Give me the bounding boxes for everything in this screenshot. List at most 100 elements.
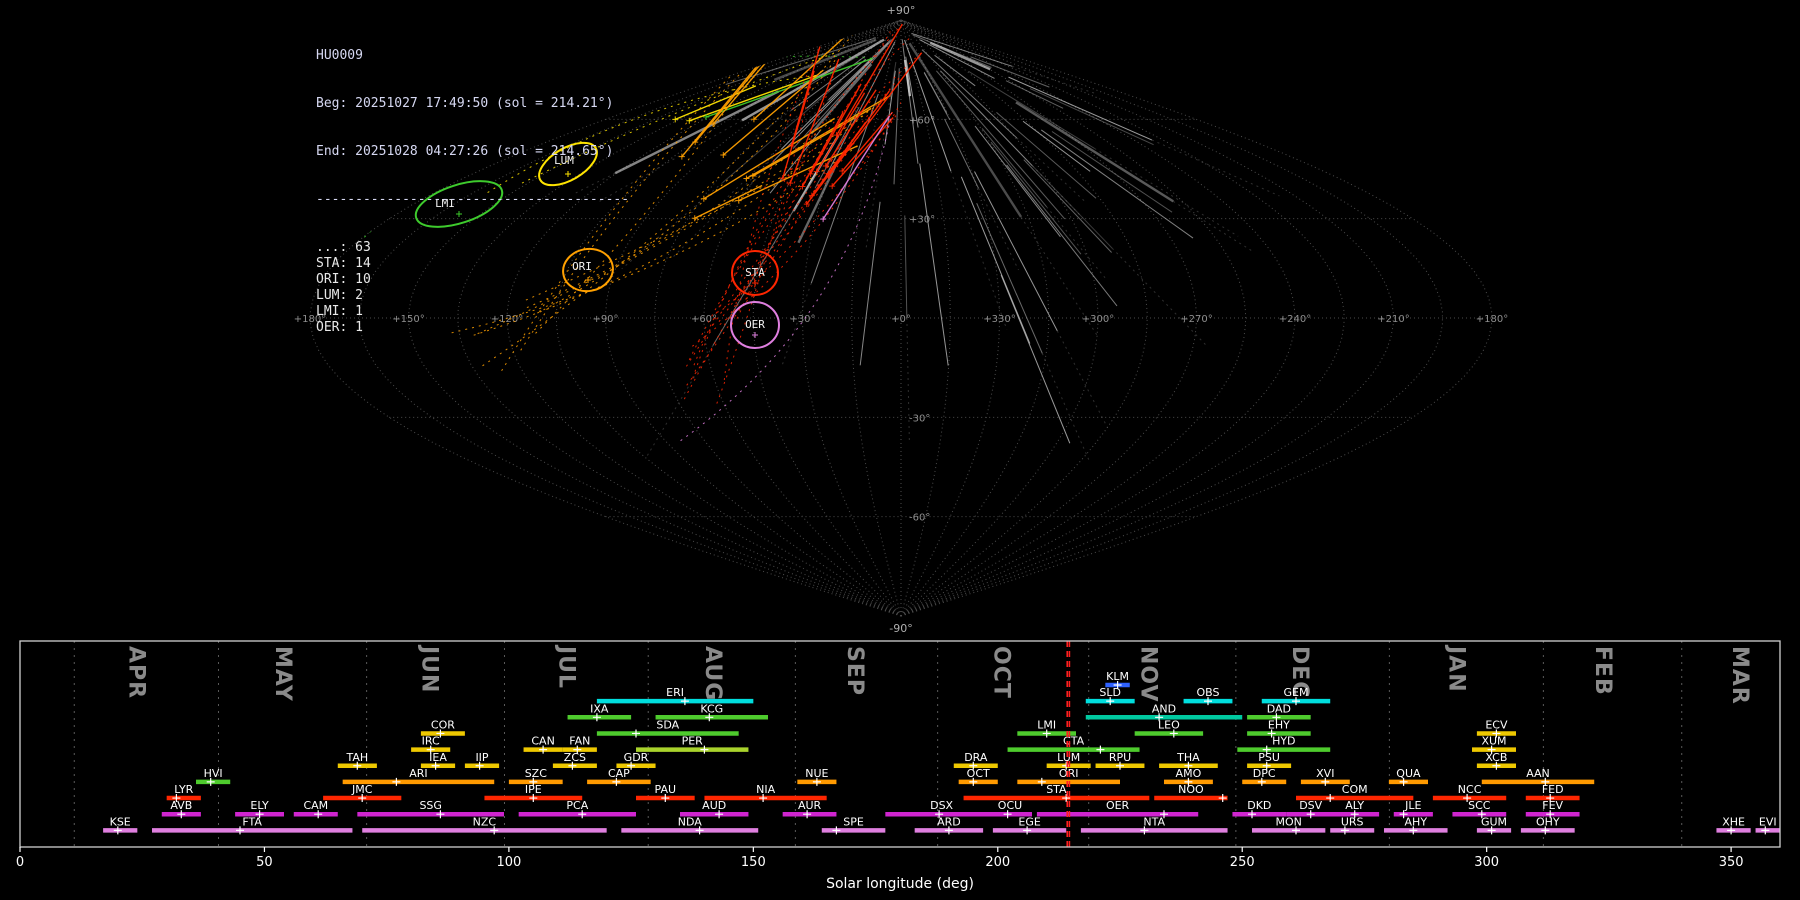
shower-label-DKD: DKD [1247,799,1271,812]
month-label-JUN: JUN [417,644,442,693]
shower-label-FED: FED [1542,783,1564,796]
shower-label-LYR: LYR [174,783,193,796]
shower-label-AUD: AUD [702,799,726,812]
shower-label-KSE: KSE [110,815,131,828]
shower-label-ALY: ALY [1345,799,1364,812]
equator-label: +210° [1377,314,1409,325]
shower-label-SSG: SSG [419,799,442,812]
shower-label-SZC: SZC [525,767,548,780]
shower-label-DAD: DAD [1267,702,1291,715]
shower-label-ERI: ERI [666,686,684,699]
shower-label-COR: COR [431,718,455,731]
shower-label-ECV: ECV [1485,718,1508,731]
month-label-SEP: SEP [842,646,867,696]
shower-label-LEO: LEO [1158,718,1180,731]
equator-label: +240° [1279,314,1311,325]
shower-label-GEM: GEM [1284,686,1309,699]
equator-label: +180° [1476,314,1508,325]
count-row-ORI: ORI: 10 [316,272,371,287]
month-label-OCT: OCT [989,646,1014,699]
shower-label-HVI: HVI [204,767,223,780]
x-tick-label: 100 [496,855,521,870]
radiant-label-OER: OER [745,318,765,331]
shower-label-SDA: SDA [656,718,679,731]
shower-label-OHY: OHY [1536,815,1560,828]
shower-label-COM: COM [1342,783,1368,796]
peak-marker-ARI [392,777,401,786]
station-id: HU0009 [316,48,363,63]
count-row-STA: STA: 14 [316,256,371,271]
peak-marker-COM [1326,794,1335,803]
shower-label-ELY: ELY [250,799,269,812]
shower-label-OCT: OCT [967,767,990,780]
shower-label-XUM: XUM [1481,735,1506,748]
latitude-label: +30° [909,215,935,226]
shower-label-CTA: CTA [1063,735,1085,748]
shower-label-QUA: QUA [1396,767,1421,780]
shower-label-XHE: XHE [1722,815,1745,828]
shower-label-ZCS: ZCS [564,751,586,764]
shower-label-FEV: FEV [1542,799,1563,812]
shower-label-AVB: AVB [170,799,192,812]
shower-label-SLD: SLD [1099,686,1121,699]
shower-label-KLM: KLM [1106,670,1129,683]
shower-label-NOO: NOO [1178,783,1204,796]
latitude-label: -30° [909,413,930,424]
shower-label-AAN: AAN [1526,767,1550,780]
shower-label-STA: STA [1046,783,1067,796]
month-label-AUG: AUG [700,646,725,701]
shower-label-GDR: GDR [624,751,649,764]
count-row-LUM: LUM: 2 [316,288,363,303]
end-time: End: 20251028 04:27:26 (sol = 214.65°) [316,144,614,159]
shower-label-XVI: XVI [1316,767,1334,780]
shower-label-IXA: IXA [590,702,609,715]
shower-label-SCC: SCC [1468,799,1491,812]
peak-marker-ORI [1037,777,1046,786]
x-tick-label: 150 [741,855,766,870]
shower-label-ARD: ARD [937,815,961,828]
peak-marker-SDA [632,729,640,738]
shower-label-JMC: JMC [351,783,373,796]
x-tick-label: 200 [985,855,1010,870]
shower-label-DPC: DPC [1253,767,1276,780]
radiant-sky-map: +180° +150° +120° +90° +60° +30° +0° +330° +300°… [294,4,1508,635]
pole-bottom-label: -90° [889,622,912,635]
shower-label-CAP: CAP [608,767,630,780]
shower-label-SPE: SPE [843,815,864,828]
shower-label-DSV: DSV [1299,799,1322,812]
shower-label-DRA: DRA [964,751,988,764]
shower-label-NZC: NZC [473,815,497,828]
shower-label-AHY: AHY [1405,815,1428,828]
shower-activity-timeline: APR MAY JUN JUL AUG SEP OCT NOV DEC JAN FEB MARKLME… [16,640,1781,892]
shower-label-OBS: OBS [1197,686,1220,699]
radiant-OER: OER [730,301,780,349]
shower-label-IPE: IPE [525,783,542,796]
shower-label-NTA: NTA [1143,815,1165,828]
observation-header: HU0009 Beg: 20251027 17:49:50 (sol = 214… [316,16,629,368]
equator-label: +270° [1180,314,1212,325]
shower-label-IIP: IIP [475,751,488,764]
shower-label-EHY: EHY [1268,718,1290,731]
shower-label-NDA: NDA [678,815,703,828]
peak-marker-CTA [1096,745,1105,754]
shower-label-LMI: LMI [1037,718,1056,731]
month-label-MAR: MAR [1727,646,1752,705]
shower-label-GUM: GUM [1481,815,1507,828]
pole-top-label: +90° [887,4,916,17]
x-tick-label: 350 [1719,855,1744,870]
month-label-MAY: MAY [270,646,295,702]
shower-label-TAH: TAH [345,751,368,764]
shower-label-URS: URS [1341,815,1364,828]
shower-label-PSU: PSU [1258,751,1280,764]
shower-label-EGE: EGE [1018,815,1040,828]
shower-label-MON: MON [1276,815,1302,828]
shower-label-AND: AND [1152,702,1176,715]
x-tick-label: 50 [256,855,273,870]
equator-label: +330° [983,314,1015,325]
shower-label-AUR: AUR [798,799,822,812]
latitude-label: -60° [909,513,930,524]
shower-label-DSX: DSX [930,799,953,812]
shower-label-IRC: IRC [422,735,440,748]
shower-counts-list: ...: 63 STA: 14 ORI: 10 LUM: 2 LMI: 1 OER: 1 [316,240,629,336]
month-label-JAN: JAN [1443,644,1468,693]
